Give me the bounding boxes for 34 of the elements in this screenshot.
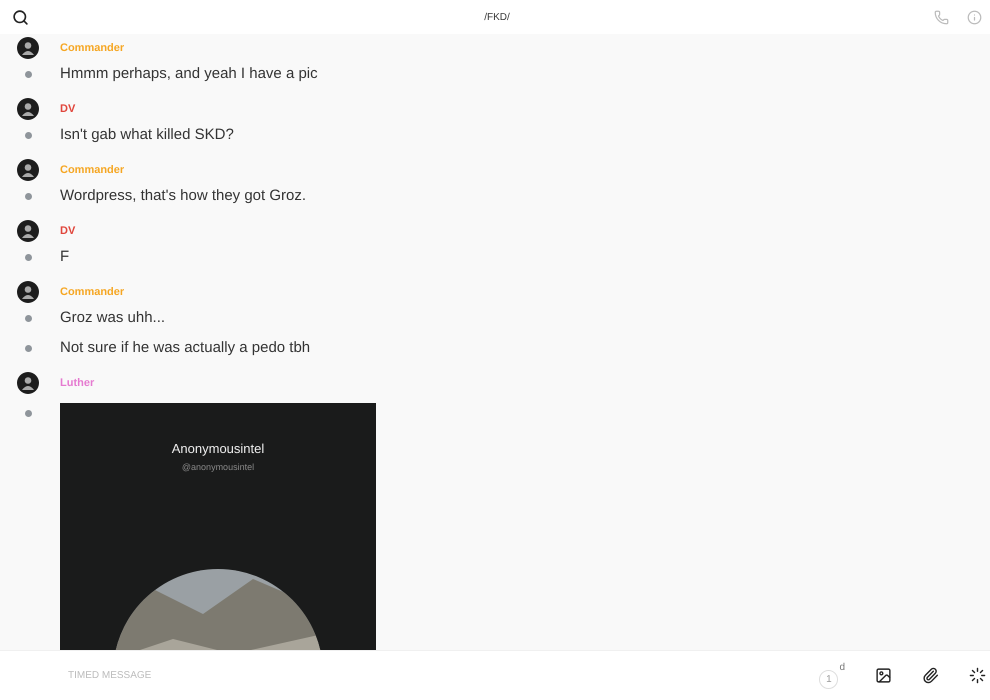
message-text: Hmmm perhaps, and yeah I have a pic [60, 64, 319, 84]
avatar-icon [17, 159, 39, 181]
message-text: Groz was uhh... [60, 308, 166, 328]
paperclip-icon[interactable] [922, 667, 939, 684]
message-dot [24, 254, 32, 260]
sender-name: Commander [60, 286, 126, 298]
message-text: Wordpress, that's how they got Groz. [60, 186, 308, 206]
message-text: Isn't gab what killed SKD? [60, 125, 235, 145]
message-dot [24, 344, 32, 352]
chat-title: /FKD/ [484, 12, 510, 22]
sender-name: Luther [60, 377, 96, 389]
profile-name: Anonymousintel [172, 441, 264, 456]
message-dot [24, 410, 32, 417]
message-dot [24, 132, 32, 138]
profile-handle: @anonymousintel [182, 462, 254, 472]
message-text: Not sure if he was actually a pedo tbh [60, 338, 312, 358]
message-dot [24, 192, 32, 200]
search-icon[interactable] [12, 8, 29, 26]
image-card[interactable]: Anonymousintel @anonymousintel [60, 403, 376, 650]
message-dot [24, 70, 32, 78]
avatar-icon [17, 98, 39, 120]
sender-name: DV [60, 103, 76, 115]
image-icon[interactable] [875, 667, 892, 684]
avatar-icon [17, 372, 39, 394]
sender-name: Commander [60, 164, 126, 176]
message-field[interactable]: TIMED MESSAGE [66, 669, 820, 682]
avatar-icon [17, 281, 39, 303]
avatar-icon [17, 220, 39, 242]
sender-name: Commander [60, 42, 126, 54]
sender-name: DV [60, 225, 76, 237]
message-dot [24, 314, 32, 322]
avatar-icon [17, 37, 39, 59]
message-text: F [60, 247, 70, 267]
loader-icon[interactable] [969, 667, 986, 684]
